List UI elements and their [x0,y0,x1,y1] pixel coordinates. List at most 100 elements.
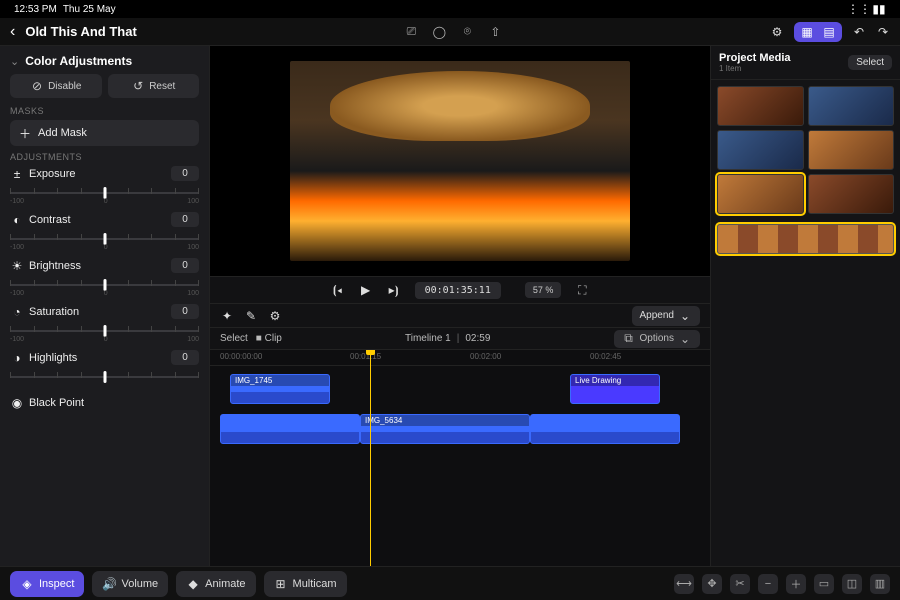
share-icon[interactable]: ⇧ [488,25,502,39]
zoom-in-button[interactable]: ＋ [786,574,806,594]
timeline[interactable]: 00:00:00:00 00:01:15 00:02:00 00:02:45 I… [210,350,710,566]
multicam-button[interactable]: ⊞ Multicam [264,571,347,597]
play-button[interactable]: ▶ [359,283,373,297]
settings-icon[interactable]: ⚙ [770,25,784,39]
layout-c-button[interactable]: ▥ [870,574,890,594]
clip[interactable]: IMG_5634 [360,414,530,444]
status-date: Thu 25 May [63,4,116,15]
layout-a-button[interactable]: ▭ [814,574,834,594]
bottom-bar: ◈ Inspect 🔊 Volume ◆ Animate ⊞ Multicam … [0,566,900,600]
saturation-value[interactable]: 0 [171,304,199,319]
pen-icon[interactable]: ✎ [244,309,258,323]
inspect-button[interactable]: ◈ Inspect [10,571,84,597]
media-thumbnail[interactable] [717,174,804,214]
library-icon: ▤ [822,25,836,39]
clip[interactable] [530,414,680,444]
volume-icon: 🔊 [102,577,116,591]
title-clip[interactable]: Live Drawing [570,374,660,404]
brightness-slider[interactable]: -1000100 [10,276,199,294]
brightness-value[interactable]: 0 [171,258,199,273]
media-filmstrip[interactable] [717,224,894,254]
adjustment-saturation: ◔Saturation 0 -1000100 [10,304,199,340]
transport-bar: ⦗◂ ▶ ▸⦘ 00:01:35:11 57 % ⛶ [210,276,710,304]
gear-icon[interactable]: ⚙ [268,309,282,323]
zoom-out-button[interactable]: − [758,574,778,594]
exposure-value[interactable]: 0 [171,166,199,181]
adjustment-blackpoint: ◉Black Point [10,396,199,410]
multicam-icon: ⊞ [274,577,288,591]
playhead[interactable] [370,350,371,566]
brightness-icon: ☀ [10,259,24,273]
record-icon[interactable]: ◯ [432,25,446,39]
inspector-panel: ⌄ Color Adjustments ⊘ Disable ↺ Reset MA… [0,46,210,566]
adjustment-brightness: ☀Brightness 0 -1000100 [10,258,199,294]
masks-section-label: MASKS [10,106,199,116]
contrast-value[interactable]: 0 [171,212,199,227]
filmstrip-icon: ▦ [800,25,814,39]
blade-tool[interactable]: ✂ [730,574,750,594]
reset-icon: ↺ [131,79,145,93]
saturation-slider[interactable]: -1000100 [10,322,199,340]
voiceover-icon[interactable]: ⌾ [460,25,474,39]
status-time: 12:53 PM [14,4,57,15]
timecode-display[interactable]: 00:01:35:11 [415,282,501,299]
media-thumbnail[interactable] [717,130,804,170]
highlights-icon: ◑ [10,351,24,365]
timeline-ruler[interactable]: 00:00:00:00 00:01:15 00:02:00 00:02:45 [210,350,710,366]
exposure-slider[interactable]: -1000100 [10,184,199,202]
volume-button[interactable]: 🔊 Volume [92,571,168,597]
adjustment-contrast: ◐Contrast 0 -1000100 [10,212,199,248]
reset-button[interactable]: ↺ Reset [108,74,200,98]
media-title: Project Media [719,52,791,64]
back-button[interactable]: ‹ [10,23,15,41]
battery-icon: ▮▮ [872,2,886,16]
highlights-value[interactable]: 0 [171,350,199,365]
append-button[interactable]: Append ⌄ [632,306,700,326]
chevron-down-icon[interactable]: ⌄ [10,55,19,68]
wand-icon[interactable]: ✦ [220,309,234,323]
browser-mode-toggle[interactable]: ▦ ▤ [794,22,842,42]
viewer[interactable] [210,46,710,276]
viewer-zoom[interactable]: 57 % [525,282,562,298]
contrast-slider[interactable]: -1000100 [10,230,199,248]
disable-icon: ⊘ [30,79,44,93]
prev-frame-button[interactable]: ⦗◂ [331,283,345,297]
media-browser: Project Media 1 Item Select [710,46,900,566]
animate-button[interactable]: ◆ Animate [176,571,255,597]
timeline-options-button[interactable]: ⧉ Options ⌄ [614,330,700,348]
media-thumbnail[interactable] [808,174,895,214]
media-select-button[interactable]: Select [848,55,892,70]
layout-b-button[interactable]: ◫ [842,574,862,594]
center-pane: ⦗◂ ▶ ▸⦘ 00:01:35:11 57 % ⛶ ✦ ✎ ⚙ Append … [210,46,710,566]
camera-icon[interactable]: ⎚ [404,25,418,39]
disable-button[interactable]: ⊘ Disable [10,74,102,98]
media-thumbnail[interactable] [808,130,895,170]
timeline-name: Timeline 1 [405,333,451,344]
select-label: Select [220,333,248,344]
media-thumbnail[interactable] [808,86,895,126]
redo-icon[interactable]: ↷ [876,25,890,39]
adjustment-exposure: ±Exposure 0 -1000100 [10,166,199,202]
highlights-slider[interactable] [10,368,199,386]
add-mask-button[interactable]: ＋ Add Mask [10,120,199,146]
exposure-icon: ± [10,167,24,181]
undo-icon[interactable]: ↶ [852,25,866,39]
next-frame-button[interactable]: ▸⦘ [387,283,401,297]
contrast-icon: ◐ [10,213,24,227]
chevron-down-icon: ⌄ [678,332,692,346]
position-tool[interactable]: ✥ [702,574,722,594]
keyframe-icon: ◆ [186,577,200,591]
project-title: Old This And That [25,24,136,39]
clip[interactable] [220,414,360,444]
clip[interactable]: IMG_1745 [230,374,330,404]
inspect-icon: ◈ [20,577,34,591]
timeline-duration: 02:59 [465,333,490,344]
media-subtitle: 1 Item [719,64,791,73]
media-thumbnail[interactable] [717,86,804,126]
fit-icon[interactable]: ⛶ [575,283,589,297]
chevron-down-icon: ⌄ [678,309,692,323]
trim-tool[interactable]: ⟷ [674,574,694,594]
adjustments-section-label: ADJUSTMENTS [10,152,199,162]
wifi-icon: ⋮⋮ [852,2,866,16]
timeline-tools: ✦ ✎ ⚙ Append ⌄ [210,304,710,328]
